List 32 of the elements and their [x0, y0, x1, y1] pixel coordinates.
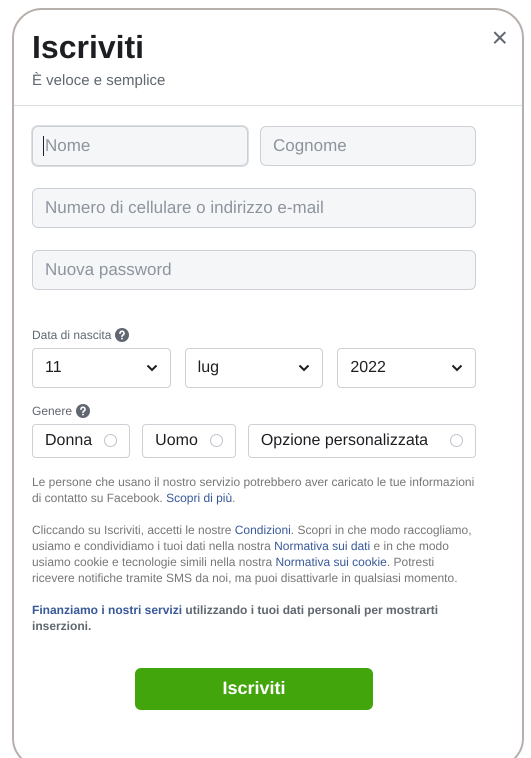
dialog-subtitle: È veloce e semplice	[32, 71, 166, 91]
field-label: Genere	[32, 402, 72, 420]
text-cursor	[43, 136, 44, 156]
chevron-icon	[146, 364, 158, 372]
text-link[interactable]: Condizioni	[234, 522, 291, 536]
radio-button[interactable]	[450, 434, 463, 447]
field-label: Data di nascita	[32, 326, 112, 344]
help-icon[interactable]	[76, 404, 90, 418]
date-select[interactable]: 11	[32, 348, 171, 388]
text-field[interactable]: Nome	[32, 126, 248, 166]
text-link[interactable]: Finanziamo i nostri servizi	[32, 602, 182, 616]
radio-button[interactable]	[104, 434, 118, 447]
text-link[interactable]: Scopri di più	[166, 490, 232, 504]
gender-option[interactable]: Uomo	[142, 424, 236, 458]
gender-option[interactable]: Opzione personalizzata	[248, 424, 476, 458]
text-link[interactable]: Normativa sui cookie	[275, 554, 387, 568]
notice-text: Le persone che usano il nostro servizio potrebbero aver caricato le tue informazioni di contatto su Facebook. Scopri di più.	[32, 474, 476, 506]
date-select[interactable]: 2022	[337, 348, 476, 388]
radio-button[interactable]	[210, 434, 223, 447]
date-select[interactable]: lug	[184, 348, 324, 388]
chevron-icon	[298, 364, 310, 372]
dialog-title: Iscriviti	[32, 28, 144, 66]
close-button[interactable]: ×	[492, 24, 508, 52]
gender-option[interactable]: Donna	[32, 424, 130, 458]
chevron-icon	[451, 364, 464, 372]
text-link[interactable]: Normativa sui dati	[274, 538, 370, 552]
text-field[interactable]: Cognome	[260, 126, 476, 166]
text-field[interactable]: Numero di cellulare o indirizzo e-mail	[32, 188, 476, 228]
notice-text: Finanziamo i nostri servizi utilizzando i tuoi dati personali per mostrarti inserzioni.	[32, 602, 440, 634]
help-icon[interactable]	[115, 328, 130, 342]
notice-text: Cliccando su Iscriviti, accetti le nostre Condizioni. Scopri in che modo raccogliamo, usiamo e condividiamo i tuoi dati nella nostra Normativa sui dati e in che modo usiamo cookie e tecnologie simili nella nostra Normativa sui cookie. Potresti ricevere notifiche tramite SMS da noi, ma puoi disattivarle in qualsiasi momento.	[32, 522, 473, 586]
text-field[interactable]: Nuova password	[32, 250, 476, 290]
